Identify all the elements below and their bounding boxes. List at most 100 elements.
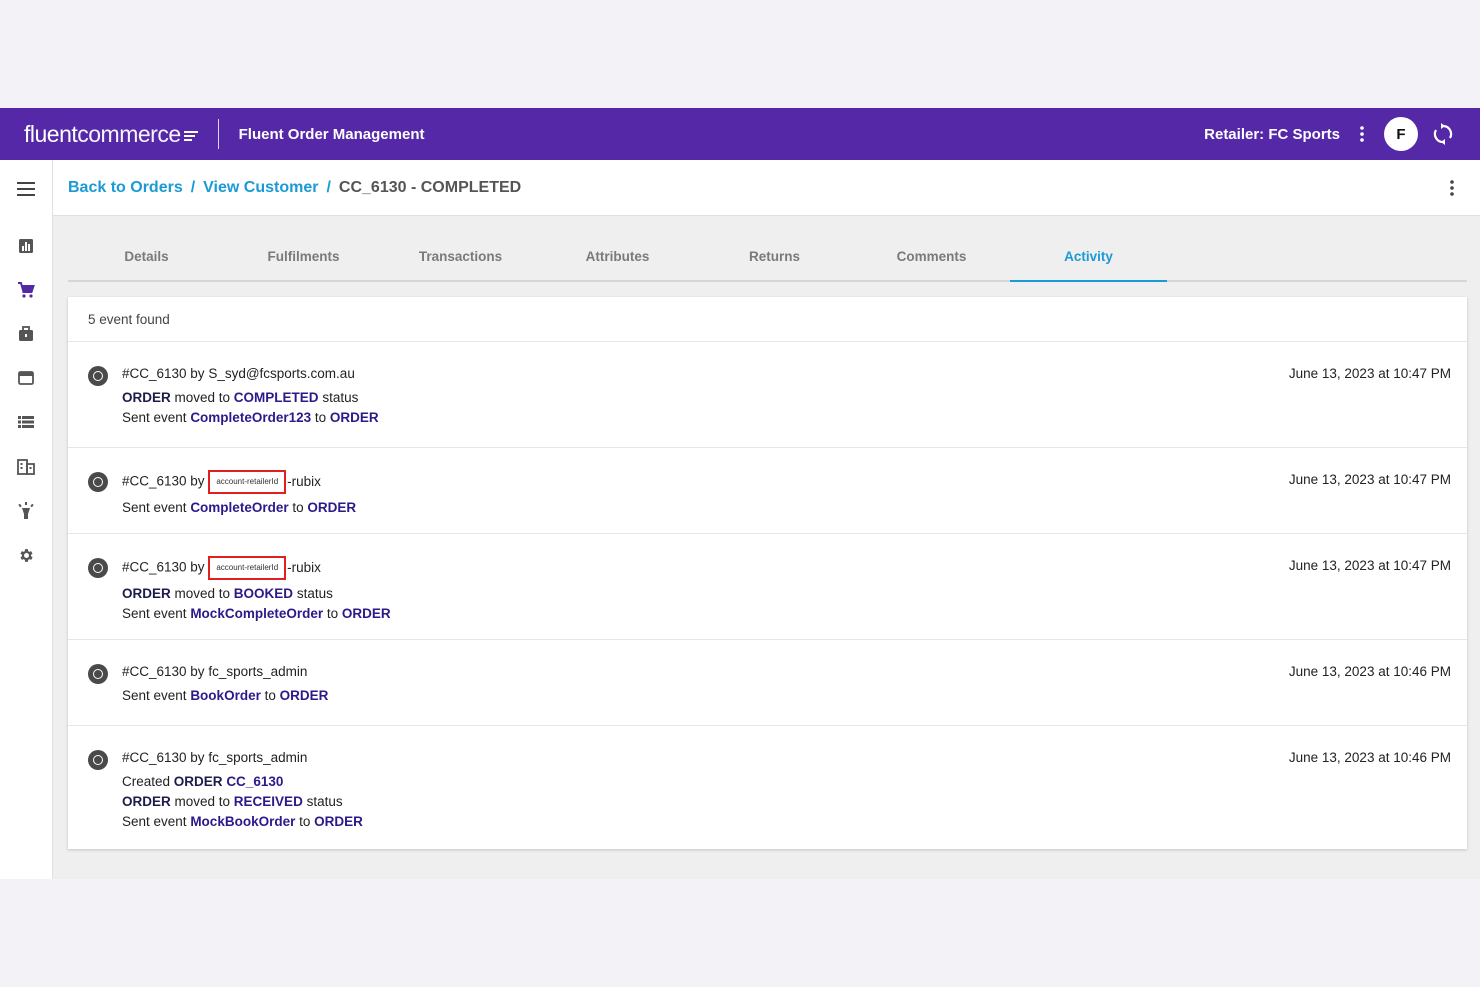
header-kebab-icon[interactable] <box>1352 122 1372 146</box>
sent-text: to <box>260 688 280 703</box>
created-text: Created <box>122 774 174 789</box>
refresh-icon[interactable] <box>1430 121 1456 147</box>
sent-text: Sent event <box>122 688 191 703</box>
activity-event: #CC_6130 by account-retailerId -rubix Sen… <box>68 448 1467 534</box>
status-text: moved to <box>170 390 234 405</box>
list-icon[interactable] <box>15 411 37 433</box>
event-user: fc_sports_admin <box>208 664 308 679</box>
status-value: BOOKED <box>233 586 294 601</box>
menu-icon[interactable] <box>15 178 37 200</box>
tab-fulfilments[interactable]: Fulfilments <box>225 236 382 280</box>
event-user: fc_sports_admin <box>208 750 308 765</box>
entity-label: ORDER <box>122 390 171 405</box>
breadcrumb-bar: Back to Orders / View Customer / CC_6130… <box>53 160 1480 216</box>
sent-text: to <box>323 606 342 621</box>
breadcrumb-back-to-orders[interactable]: Back to Orders <box>68 179 183 197</box>
breadcrumb-current: CC_6130 - COMPLETED <box>338 178 522 196</box>
event-sent-line: Sent event BookOrder to ORDER <box>122 686 1447 706</box>
status-text: status <box>302 794 343 809</box>
status-value: RECEIVED <box>233 794 303 809</box>
event-status-line: ORDER moved to COMPLETED status <box>122 388 1447 408</box>
building-icon[interactable] <box>15 456 37 478</box>
sent-text: Sent event <box>122 500 191 515</box>
entity-label: ORDER <box>329 410 379 425</box>
event-header-prefix: #CC_6130 by <box>122 750 209 765</box>
sent-text: Sent event <box>122 814 191 829</box>
tab-returns[interactable]: Returns <box>696 236 853 280</box>
event-header: #CC_6130 by account-retailerId -rubix <box>122 470 1447 494</box>
app-name: Fluent Order Management <box>238 125 425 143</box>
event-icon <box>88 472 108 492</box>
activity-card: 5 event found #CC_6130 by S_syd@fcsports… <box>68 297 1467 849</box>
event-header-prefix: #CC_6130 by <box>122 559 205 575</box>
event-icon <box>88 366 108 386</box>
breadcrumb-separator: / <box>326 178 331 196</box>
status-text: status <box>318 390 359 405</box>
sent-text: to <box>311 410 330 425</box>
event-sent-line: Sent event CompleteOrder123 to ORDER <box>122 408 1447 428</box>
briefcase-icon[interactable] <box>15 323 37 345</box>
entity-label: ORDER <box>314 814 363 829</box>
redacted-user-box: account-retailerId <box>208 470 287 494</box>
order-tabs: Details Fulfilments Transactions Attribu… <box>68 236 1467 282</box>
sent-text: to <box>288 500 308 515</box>
breadcrumb-view-customer[interactable]: View Customer <box>203 179 318 197</box>
event-name: MockBookOrder <box>190 814 296 829</box>
retailer-selector[interactable]: Retailer: FC Sports <box>1204 126 1340 143</box>
logo-bars-icon <box>183 131 198 141</box>
event-time: June 13, 2023 at 10:47 PM <box>1288 366 1451 381</box>
event-name: CompleteOrder123 <box>190 410 312 425</box>
user-avatar[interactable]: F <box>1384 117 1418 151</box>
event-icon <box>88 558 108 578</box>
event-time: June 13, 2023 at 10:46 PM <box>1288 664 1451 679</box>
top-bar: fluent commerce Fluent Order Management R… <box>0 108 1480 160</box>
event-time: June 13, 2023 at 10:46 PM <box>1288 750 1451 765</box>
entity-label: ORDER <box>341 606 391 621</box>
order-ref: CC_6130 <box>226 774 284 789</box>
activity-event: #CC_6130 by fc_sports_admin Sent event B… <box>68 640 1467 726</box>
breadcrumb: Back to Orders / View Customer / CC_6130… <box>68 179 521 197</box>
redacted-user-box: account-retailerId <box>208 556 287 580</box>
event-status-line: ORDER moved to RECEIVED status <box>122 792 1447 812</box>
entity-label: ORDER <box>279 688 329 703</box>
activity-event: #CC_6130 by account-retailerId -rubix ORD… <box>68 534 1467 640</box>
event-time: June 13, 2023 at 10:47 PM <box>1288 558 1451 573</box>
event-header: #CC_6130 by fc_sports_admin <box>122 662 1447 682</box>
settings-icon[interactable] <box>15 544 37 566</box>
status-text: status <box>293 586 333 601</box>
event-icon <box>88 750 108 770</box>
logo-text-fluent: fluent <box>24 120 78 147</box>
event-icon <box>88 664 108 684</box>
status-text: moved to <box>170 794 234 809</box>
event-user-suffix: -rubix <box>287 559 321 575</box>
entity-label: ORDER <box>307 500 357 515</box>
header-divider <box>217 119 219 149</box>
tab-attributes[interactable]: Attributes <box>539 236 696 280</box>
tab-details[interactable]: Details <box>68 236 225 280</box>
event-header-prefix: #CC_6130 by <box>122 473 205 489</box>
event-created-line: Created ORDER CC_6130 <box>122 772 1447 792</box>
fluent-commerce-logo[interactable]: fluent commerce <box>24 121 198 148</box>
event-header-prefix: #CC_6130 by <box>122 664 209 679</box>
activity-event: #CC_6130 by S_syd@fcsports.com.au ORDER … <box>68 342 1467 448</box>
entity-label: ORDER <box>122 794 171 809</box>
tab-activity[interactable]: Activity <box>1010 236 1167 282</box>
browser-icon[interactable] <box>15 367 37 389</box>
event-header-prefix: #CC_6130 by <box>122 366 209 381</box>
cart-icon[interactable] <box>15 279 37 301</box>
lightbulb-icon[interactable] <box>15 500 37 522</box>
event-status-line: ORDER moved to BOOKED status <box>122 584 1447 604</box>
entity-label: ORDER <box>122 586 171 601</box>
tab-comments[interactable]: Comments <box>853 236 1010 280</box>
activity-event: #CC_6130 by fc_sports_admin Created ORDE… <box>68 726 1467 848</box>
event-sent-line: Sent event CompleteOrder to ORDER <box>122 498 1447 518</box>
dashboard-icon[interactable] <box>15 235 37 257</box>
sent-text: Sent event <box>122 410 191 425</box>
app-window: fluent commerce Fluent Order Management R… <box>0 108 1480 879</box>
event-name: MockCompleteOrder <box>190 606 324 621</box>
tab-transactions[interactable]: Transactions <box>382 236 539 280</box>
page-kebab-icon[interactable] <box>1444 176 1460 200</box>
event-name: CompleteOrder <box>190 500 289 515</box>
sent-text: Sent event <box>122 606 191 621</box>
status-text: moved to <box>170 586 234 601</box>
